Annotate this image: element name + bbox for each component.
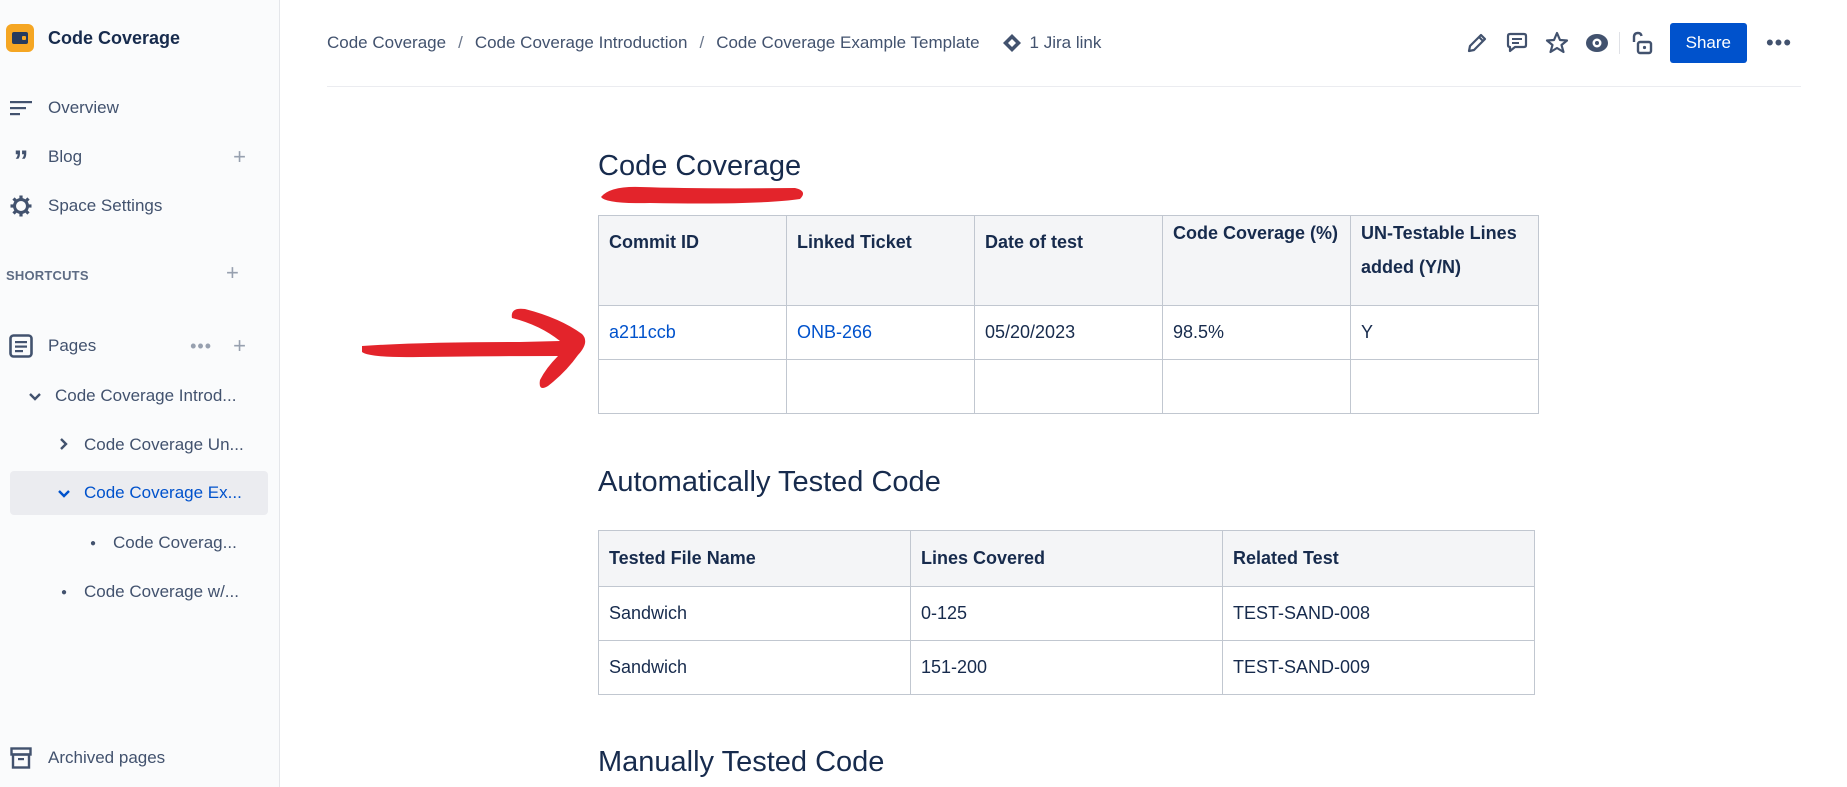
commit-link[interactable]: a211ccb [609,322,676,342]
add-blog-icon[interactable]: + [233,144,246,170]
table-header: Commit ID [598,215,787,306]
sidebar-item-overview[interactable]: Overview [0,88,268,128]
table-header: Related Test [1222,530,1535,587]
bullet-icon: ● [60,586,68,598]
archive-icon [6,747,36,769]
space-header[interactable]: Code Coverage [6,24,180,52]
tree-item-code-coverage-example[interactable]: Code Coverage Ex... [10,471,268,515]
table-cell [786,359,975,414]
page-actions: Share ••• [1457,20,1799,66]
tree-item-label: Code Coverage Un... [84,435,244,454]
table-cell [1350,359,1539,414]
table-cell [974,359,1163,414]
table-cell: 151-200 [910,640,1223,695]
table-cell: 0-125 [910,586,1223,641]
comment-icon[interactable] [1497,23,1537,63]
table-header: UN-Testable Lines added (Y/N) [1350,215,1539,306]
sidebar-item-label: Blog [48,147,83,166]
tree-item-code-coverage-w[interactable]: ● Code Coverage w/... [54,570,268,614]
page-title: Code Coverage [598,150,802,182]
code-coverage-table: Commit ID Linked Ticket Date of test Cod… [598,215,1539,414]
table-cell: Y [1350,305,1539,360]
quote-icon: ” [13,145,29,178]
tree-item-code-coverage-un[interactable]: Code Coverage Un... [54,423,268,467]
overview-icon [6,100,36,116]
add-shortcut-icon[interactable]: + [226,260,239,286]
tree-item-code-coverage-introduction[interactable]: Code Coverage Introd... [25,374,265,418]
table-cell: TEST-SAND-008 [1222,586,1535,641]
table-cell: ONB-266 [786,305,975,360]
toolbar-divider [1618,32,1620,54]
unlock-icon[interactable] [1622,23,1662,63]
table-cell [598,359,787,414]
table-row: Sandwich 151-200 TEST-SAND-009 [598,640,1535,695]
tree-item-label: Code Coverage Introd... [55,386,237,405]
share-button[interactable]: Share [1669,23,1747,63]
jira-link[interactable]: 1 Jira link [1002,33,1102,53]
table-cell: Sandwich [598,586,911,641]
table-cell: Sandwich [598,640,911,695]
tree-item-code-coverage-child[interactable]: ● Code Coverag... [83,521,268,565]
table-row: Sandwich 0-125 TEST-SAND-008 [598,586,1535,641]
table-row [598,359,1539,414]
jira-icon [1002,33,1022,53]
sidebar-item-archived-pages[interactable]: Archived pages [0,740,165,776]
table-cell: a211ccb [598,305,787,360]
more-actions-icon[interactable]: ••• [190,336,212,357]
sidebar: Code Coverage Overview ” Blog + Space Se… [0,0,280,787]
space-logo-icon [6,24,34,52]
edit-icon[interactable] [1457,23,1497,63]
breadcrumb-item[interactable]: Code Coverage [327,33,446,53]
sidebar-item-space-settings[interactable]: Space Settings [0,186,268,226]
table-cell: TEST-SAND-009 [1222,640,1535,695]
table-cell [1162,359,1351,414]
table-row: a211ccb ONB-266 05/20/2023 98.5% Y [598,305,1539,360]
sidebar-item-blog[interactable]: ” Blog + [0,137,268,177]
pages-icon [6,334,36,358]
watch-eye-icon[interactable] [1577,23,1617,63]
chevron-down-icon[interactable] [54,485,74,501]
table-cell: 05/20/2023 [974,305,1163,360]
create-page-icon[interactable]: + [233,333,246,359]
star-icon[interactable] [1537,23,1577,63]
sidebar-item-label: Overview [48,98,119,117]
table-header: Linked Ticket [786,215,975,306]
breadcrumb-item[interactable]: Code Coverage Introduction [475,33,688,53]
ticket-link[interactable]: ONB-266 [797,322,872,342]
table-cell: 98.5% [1162,305,1351,360]
chevron-right-icon[interactable] [54,437,74,453]
breadcrumb: Code Coverage / Code Coverage Introducti… [327,33,980,53]
breadcrumb-separator: / [458,33,463,52]
space-title: Code Coverage [48,27,181,48]
breadcrumb-item[interactable]: Code Coverage Example Template [716,33,979,53]
shortcuts-heading: SHORTCUTS [6,268,89,283]
table-header: Code Coverage (%) [1162,215,1351,306]
sidebar-item-label: Space Settings [48,196,163,215]
tree-item-label: Code Coverag... [113,533,237,552]
more-options-icon[interactable]: ••• [1759,30,1799,56]
breadcrumb-separator: / [699,33,705,52]
table-header: Lines Covered [910,530,1223,587]
tree-item-label: Code Coverage Ex... [84,483,242,502]
header-divider [327,86,1801,87]
section-title-automatically-tested: Automatically Tested Code [598,466,941,498]
table-header: Date of test [974,215,1163,306]
sidebar-item-pages[interactable]: Pages ••• + [0,326,268,366]
bullet-icon: ● [89,537,97,549]
table-header-row: Commit ID Linked Ticket Date of test Cod… [598,215,1539,306]
tree-item-label: Code Coverage w/... [84,582,239,601]
archived-pages-label: Archived pages [48,748,166,767]
jira-link-label: 1 Jira link [1029,33,1102,52]
chevron-down-icon[interactable] [25,388,45,404]
automatically-tested-table: Tested File Name Lines Covered Related T… [598,530,1535,695]
page-header: Code Coverage / Code Coverage Introducti… [327,20,1799,66]
gear-icon [6,195,36,217]
sidebar-item-label: Pages [48,336,97,355]
arrow-annotation [362,308,586,388]
title-underline-annotation [601,186,804,204]
section-title-manually-tested: Manually Tested Code [598,746,885,778]
table-header-row: Tested File Name Lines Covered Related T… [598,530,1535,587]
table-header: Tested File Name [598,530,911,587]
